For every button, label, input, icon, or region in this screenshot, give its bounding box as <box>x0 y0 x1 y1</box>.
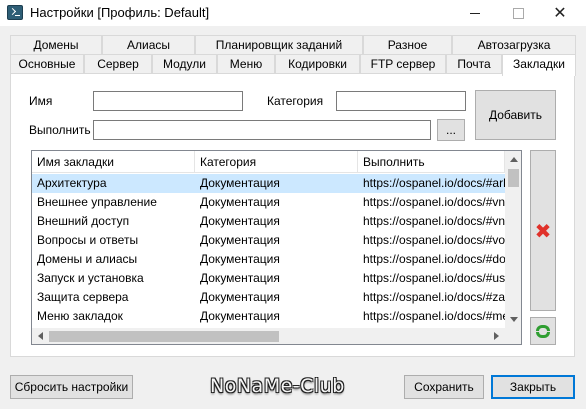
row-name: Защита сервера <box>37 290 129 304</box>
row-category: Документация <box>200 214 280 228</box>
terminal-icon <box>7 5 23 20</box>
window-title: Настройки [Профиль: Default] <box>30 5 210 20</box>
tab-autostart[interactable]: Автозагрузка <box>452 35 576 54</box>
name-label: Имя <box>29 94 53 108</box>
row-category: Документация <box>200 195 280 209</box>
tab-misc[interactable]: Разное <box>363 35 452 54</box>
tab-mail[interactable]: Почта <box>446 54 502 73</box>
execute-input[interactable] <box>93 120 431 140</box>
horizontal-scroll-thumb[interactable] <box>49 331 279 342</box>
list-row[interactable]: Внешнее управление Документация https://… <box>32 193 505 212</box>
reset-settings-button[interactable]: Сбросить настройки <box>10 375 133 399</box>
scroll-up-arrow-icon[interactable] <box>510 157 518 162</box>
row-category: Документация <box>200 271 280 285</box>
tab-modules[interactable]: Модули <box>152 54 217 73</box>
watermark-text: NoNaMe-Club <box>210 375 345 397</box>
tab-ftp-server[interactable]: FTP сервер <box>360 54 446 73</box>
scroll-right-arrow-icon[interactable] <box>494 332 499 340</box>
tab-encodings[interactable]: Кодировки <box>275 54 360 73</box>
row-execute: https://ospanel.io/docs/#arhi <box>363 176 505 190</box>
list-row[interactable]: Внешний доступ Документация https://ospa… <box>32 212 505 231</box>
row-category: Документация <box>200 176 280 190</box>
vertical-scrollbar[interactable] <box>505 151 521 328</box>
tab-scheduler[interactable]: Планировщик заданий <box>195 35 363 54</box>
tab-main[interactable]: Основные <box>10 54 84 73</box>
column-header-name[interactable]: Имя закладки <box>32 151 195 173</box>
name-input[interactable] <box>93 91 243 111</box>
horizontal-scrollbar[interactable] <box>32 328 505 344</box>
list-row[interactable]: Защита сервера Документация https://ospa… <box>32 288 505 307</box>
category-input[interactable] <box>336 91 466 111</box>
row-name: Запуск и установка <box>37 271 144 285</box>
row-execute: https://ospanel.io/docs/#vop <box>363 233 505 247</box>
execute-label: Выполнить <box>29 123 91 137</box>
maximize-button[interactable] <box>498 0 538 26</box>
row-name: Внешнее управление <box>37 195 157 209</box>
vertical-scroll-thumb[interactable] <box>508 169 519 187</box>
bookmarks-panel: Имя Категория Выполнить ... Добавить Имя… <box>10 73 575 357</box>
save-button[interactable]: Сохранить <box>404 375 484 399</box>
title-bar: Настройки [Профиль: Default] ✕ <box>0 0 586 26</box>
red-x-delete-icon: ✖ <box>534 218 552 243</box>
list-rows: Архитектура Документация https://ospanel… <box>32 174 505 326</box>
list-header: Имя закладки Категория Выполнить <box>32 151 505 173</box>
row-execute: https://ospanel.io/docs/#vne <box>363 195 505 209</box>
row-name: Домены и алиасы <box>37 252 138 266</box>
minimize-button[interactable] <box>455 0 495 26</box>
category-label: Категория <box>267 94 324 108</box>
green-refresh-icon <box>535 323 551 339</box>
refresh-button[interactable] <box>530 317 556 345</box>
tab-server[interactable]: Сервер <box>84 54 152 73</box>
close-window-button[interactable]: ✕ <box>540 0 580 26</box>
tab-menu[interactable]: Меню <box>217 54 275 73</box>
row-name: Меню закладок <box>37 309 123 323</box>
column-header-category[interactable]: Категория <box>195 151 358 173</box>
row-name: Вопросы и ответы <box>37 233 139 247</box>
list-row[interactable]: Архитектура Документация https://ospanel… <box>32 174 505 193</box>
delete-bookmark-button[interactable]: ✖ <box>530 150 556 311</box>
row-execute: https://ospanel.io/docs/#usta <box>363 271 505 285</box>
list-row[interactable]: Запуск и установка Документация https://… <box>32 269 505 288</box>
bookmarks-list[interactable]: Имя закладки Категория Выполнить Архитек… <box>31 150 522 345</box>
tab-aliases[interactable]: Алиасы <box>102 35 195 54</box>
tab-bookmarks[interactable]: Закладки <box>502 54 576 76</box>
row-category: Документация <box>200 233 280 247</box>
scroll-down-arrow-icon[interactable] <box>510 317 518 322</box>
row-name: Внешний доступ <box>37 214 130 228</box>
scroll-left-arrow-icon[interactable] <box>38 332 43 340</box>
add-button[interactable]: Добавить <box>475 90 556 140</box>
column-header-execute[interactable]: Выполнить <box>358 151 505 173</box>
row-execute: https://ospanel.io/docs/#zasl <box>363 290 505 304</box>
row-category: Документация <box>200 252 280 266</box>
close-button[interactable]: Закрыть <box>491 375 575 399</box>
row-category: Документация <box>200 309 280 323</box>
scrollbar-corner <box>505 328 521 344</box>
row-execute: https://ospanel.io/docs/#dom <box>363 252 505 266</box>
list-row[interactable]: Домены и алиасы Документация https://osp… <box>32 250 505 269</box>
browse-button[interactable]: ... <box>437 119 465 141</box>
row-category: Документация <box>200 290 280 304</box>
list-row[interactable]: Вопросы и ответы Документация https://os… <box>32 231 505 250</box>
list-row[interactable]: Меню закладок Документация https://ospan… <box>32 307 505 326</box>
row-execute: https://ospanel.io/docs/#mer <box>363 309 505 323</box>
row-name: Архитектура <box>37 176 107 190</box>
tab-domains[interactable]: Домены <box>10 35 102 54</box>
row-execute: https://ospanel.io/docs/#vne <box>363 214 505 228</box>
